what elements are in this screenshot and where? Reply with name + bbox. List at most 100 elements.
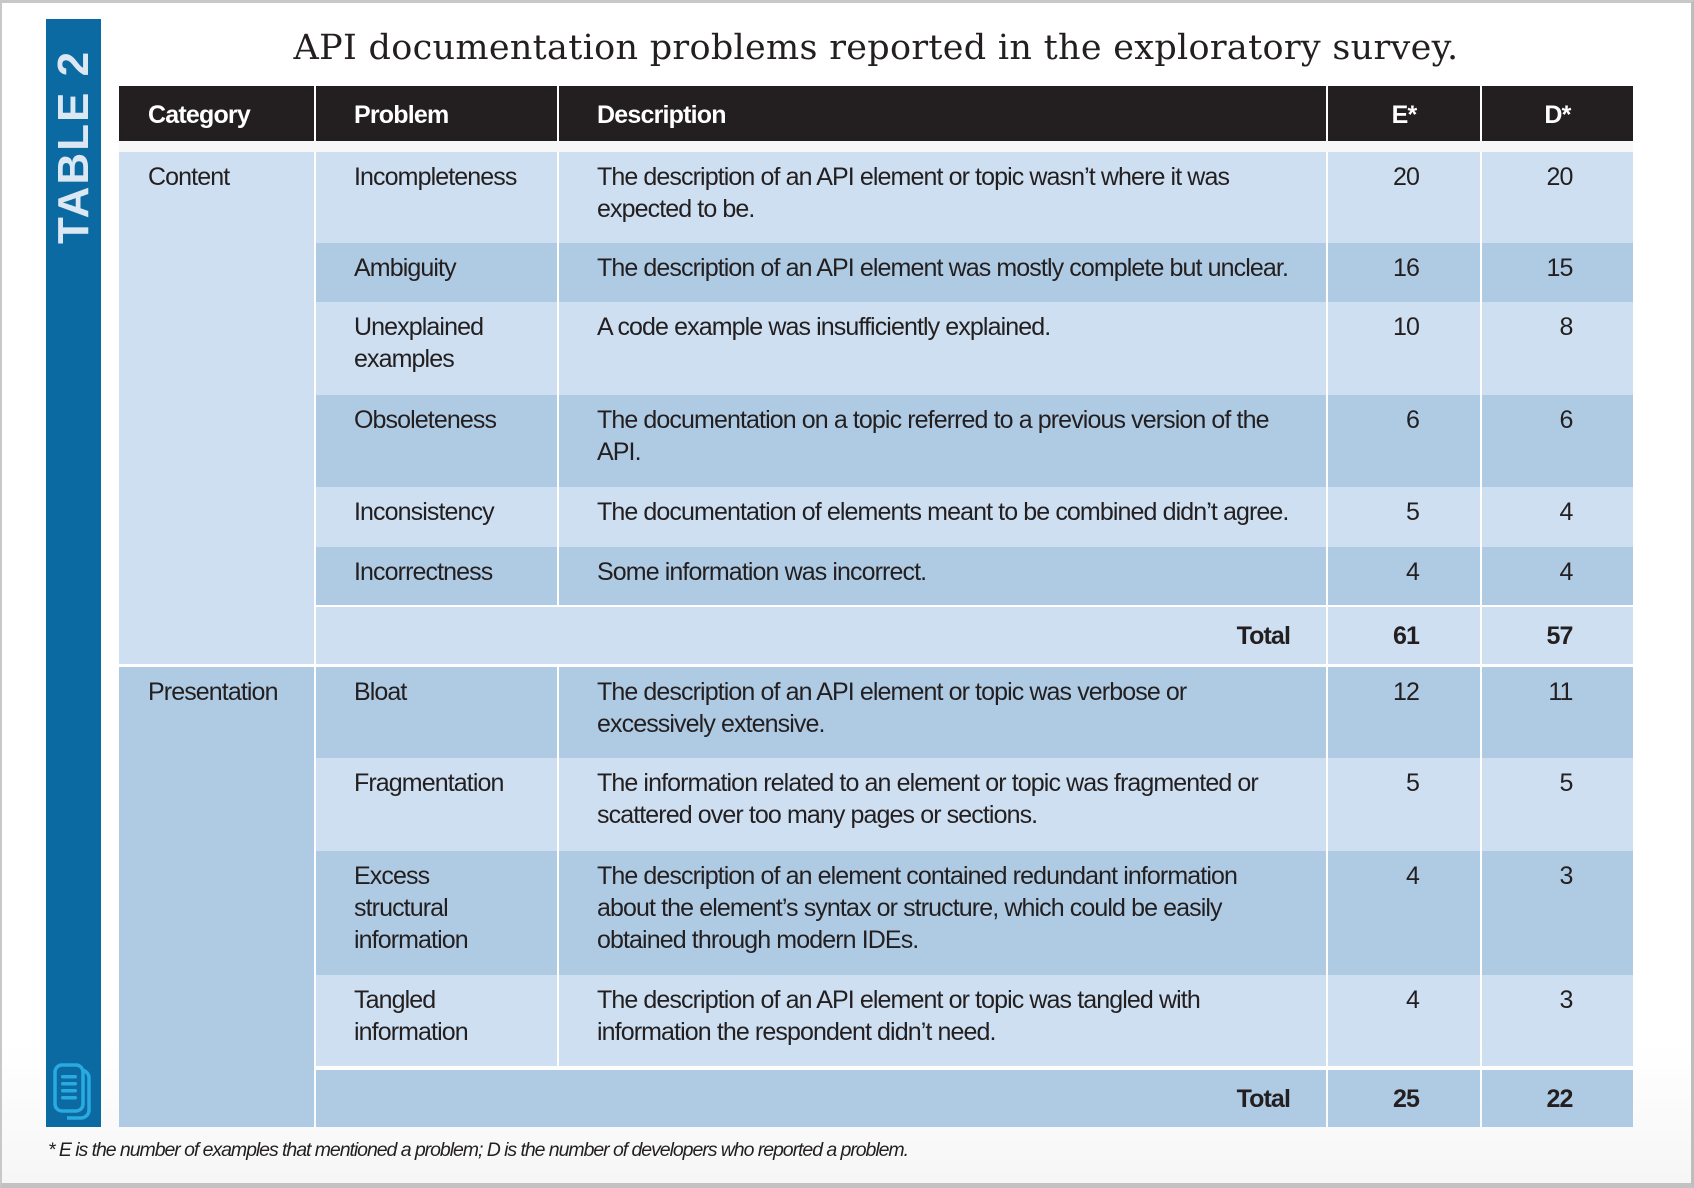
category-label: Presentation [148, 678, 278, 706]
total-d-cell: 22 [1482, 1070, 1633, 1127]
d-count-value: 11 [1548, 678, 1573, 706]
e-count-cell: 12 [1328, 667, 1480, 758]
problem-label: information [354, 926, 469, 954]
description-cell: The documentation on a topic referred to… [559, 395, 1326, 487]
e-count-value: 4 [1405, 862, 1420, 890]
problem-label: Fragmentation [354, 769, 504, 797]
total-e-cell: 25 [1328, 1070, 1480, 1127]
problem-label: Incompleteness [354, 163, 517, 191]
total-label-cell: Total [316, 607, 1326, 664]
category-label: Content [148, 163, 230, 191]
problem-label: Bloat [354, 678, 407, 706]
description-line: API. [597, 438, 642, 466]
problem-cell: Unexplained examples [316, 302, 557, 395]
d-count-cell: 5 [1482, 758, 1633, 851]
problem-cell: Obsoleteness [316, 395, 557, 487]
description-cell: The information related to an element or… [559, 758, 1326, 851]
description-line: information the respondent didn’t need. [597, 1018, 996, 1046]
footnote: * E is the number of examples that menti… [48, 1139, 909, 1161]
e-count-value: 20 [1392, 163, 1420, 191]
description-line: The description of an API element or top… [597, 163, 1230, 191]
e-count-value: 4 [1405, 558, 1420, 586]
problem-label: examples [354, 345, 455, 373]
description-line: The documentation on a topic referred to… [597, 406, 1269, 434]
description-cell: The description of an API element or top… [559, 975, 1326, 1066]
problem-label: Tangled [354, 986, 436, 1014]
d-count-cell: 6 [1482, 395, 1633, 487]
description-line: The description of an API element was mo… [597, 254, 1289, 282]
description-line: about the element’s syntax or structure,… [597, 894, 1223, 922]
e-count-value: 12 [1392, 678, 1420, 706]
e-count-value: 10 [1392, 313, 1420, 341]
d-count-value: 20 [1546, 163, 1573, 191]
d-count-value: 4 [1559, 498, 1573, 526]
description-cell: The description of an API element was mo… [559, 243, 1326, 302]
description-line: The description of an API element or top… [597, 678, 1187, 706]
d-count-cell: 3 [1482, 851, 1633, 975]
description-line: The description of an API element or top… [597, 986, 1201, 1014]
header-gap [119, 141, 1633, 152]
problem-label: Ambiguity [354, 254, 457, 282]
problem-label: Excess [354, 862, 430, 890]
description-cell: A code example was insufficiently explai… [559, 302, 1326, 395]
description-line: The information related to an element or… [597, 769, 1259, 797]
total-e-cell: 61 [1328, 607, 1480, 664]
description-cell: The documentation of elements meant to b… [559, 487, 1326, 547]
e-count-cell: 6 [1328, 395, 1480, 487]
description-line: obtained through modern IDEs. [597, 926, 919, 954]
d-count-cell: 3 [1482, 975, 1633, 1066]
problem-cell: Incorrectness [316, 547, 557, 605]
total-d-value: 22 [1546, 1085, 1573, 1113]
d-count-cell: 11 [1482, 667, 1633, 758]
description-line: A code example was insufficiently explai… [597, 313, 1051, 341]
problem-cell: Fragmentation [316, 758, 557, 851]
table-number-label: TABLE 2 [46, 19, 101, 264]
category-cell: Content [119, 152, 314, 664]
category-cell: Presentation [119, 667, 314, 1127]
problem-label: Obsoleteness [354, 406, 497, 434]
description-line: expected to be. [597, 195, 755, 223]
e-count-cell: 20 [1328, 152, 1480, 243]
description-line: scattered over too many pages or section… [597, 801, 1038, 829]
description-line: The documentation of elements meant to b… [597, 498, 1289, 526]
d-count-value: 5 [1559, 769, 1573, 797]
d-count-cell: 15 [1482, 243, 1633, 302]
problem-label: Incorrectness [354, 558, 493, 586]
d-count-value: 8 [1559, 313, 1573, 341]
description-cell: The description of an API element or top… [559, 152, 1326, 243]
e-count-value: 5 [1405, 769, 1420, 797]
d-count-value: 15 [1546, 254, 1573, 282]
problem-cell: Tangled information [316, 975, 557, 1066]
header-d: D* [1482, 86, 1633, 141]
d-count-value: 3 [1559, 862, 1573, 890]
header-e: E* [1328, 86, 1480, 141]
description-cell: The description of an element contained … [559, 851, 1326, 975]
header-category: Category [119, 86, 314, 141]
e-count-cell: 4 [1328, 851, 1480, 975]
total-e-value: 61 [1392, 622, 1420, 650]
d-count-cell: 8 [1482, 302, 1633, 395]
total-d-value: 57 [1546, 622, 1573, 650]
d-count-value: 3 [1559, 986, 1573, 1014]
total-d-cell: 57 [1482, 607, 1633, 664]
description-cell: The description of an API element or top… [559, 667, 1326, 758]
d-count-cell: 4 [1482, 487, 1633, 547]
total-label: Total [1236, 622, 1291, 650]
description-line: The description of an element contained … [597, 862, 1238, 890]
d-count-cell: 20 [1482, 152, 1633, 243]
table-number-text: TABLE 2 [48, 49, 98, 245]
e-count-cell: 4 [1328, 975, 1480, 1066]
e-count-cell: 5 [1328, 758, 1480, 851]
e-count-value: 4 [1405, 986, 1420, 1014]
problem-label: structural [354, 894, 449, 922]
d-count-cell: 4 [1482, 547, 1633, 605]
description-line: Some information was incorrect. [597, 558, 927, 586]
problem-label: Unexplained [354, 313, 484, 341]
e-count-cell: 4 [1328, 547, 1480, 605]
description-line: excessively extensive. [597, 710, 825, 738]
problem-label: information [354, 1018, 469, 1046]
header-problem: Problem [316, 86, 557, 141]
header-description: Description [559, 86, 1326, 141]
description-cell: Some information was incorrect. [559, 547, 1326, 605]
problem-cell: Ambiguity [316, 243, 557, 302]
